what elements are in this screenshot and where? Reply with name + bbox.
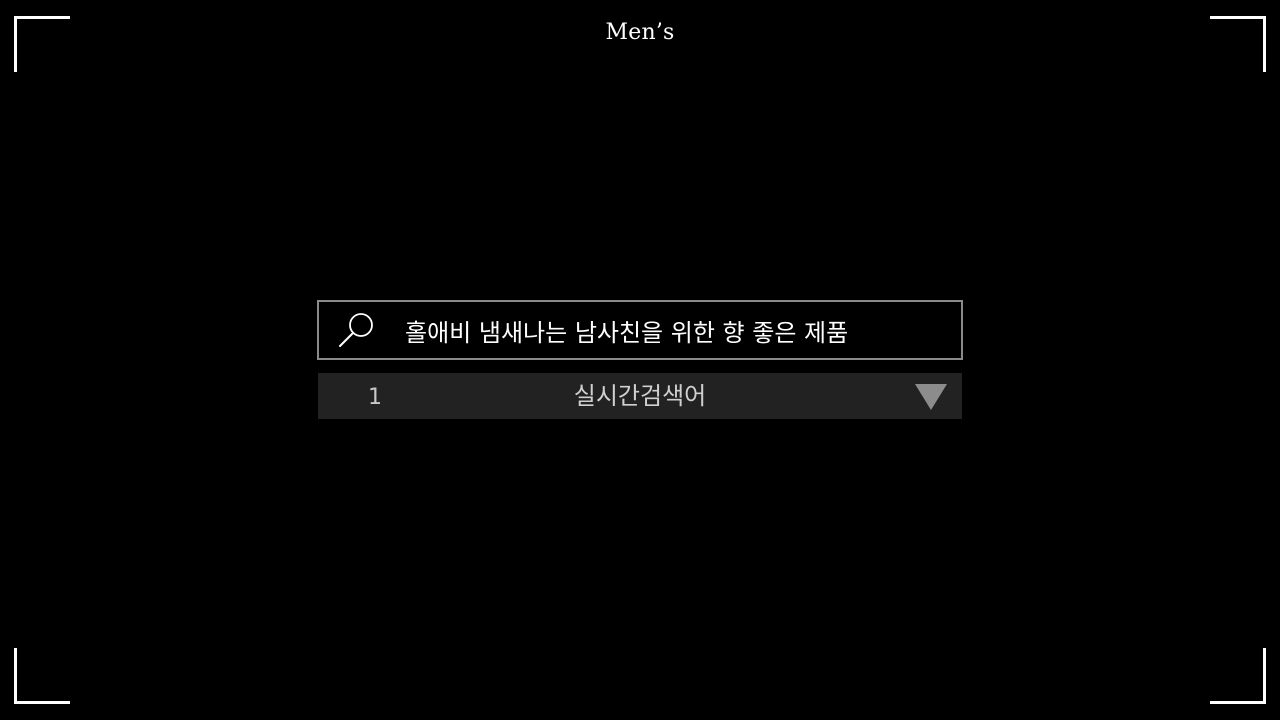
search-icon[interactable]	[337, 310, 377, 350]
frame-corner-bottom-right	[1210, 648, 1266, 704]
trending-keywords-dropdown[interactable]: 1 실시간검색어	[318, 373, 962, 419]
search-bar[interactable]: 홀애비 냄새나는 남사친을 위한 향 좋은 제품	[317, 300, 963, 360]
trending-label: 실시간검색어	[573, 382, 707, 410]
search-input[interactable]: 홀애비 냄새나는 남사친을 위한 향 좋은 제품	[405, 313, 848, 348]
screen: Men’s 홀애비 냄새나는 남사친을 위한 향 좋은 제품 1 실시간검색어	[0, 0, 1280, 720]
page-title: Men’s	[605, 20, 675, 45]
triangle-down-icon[interactable]	[914, 383, 948, 411]
frame-corner-bottom-left	[14, 648, 70, 704]
